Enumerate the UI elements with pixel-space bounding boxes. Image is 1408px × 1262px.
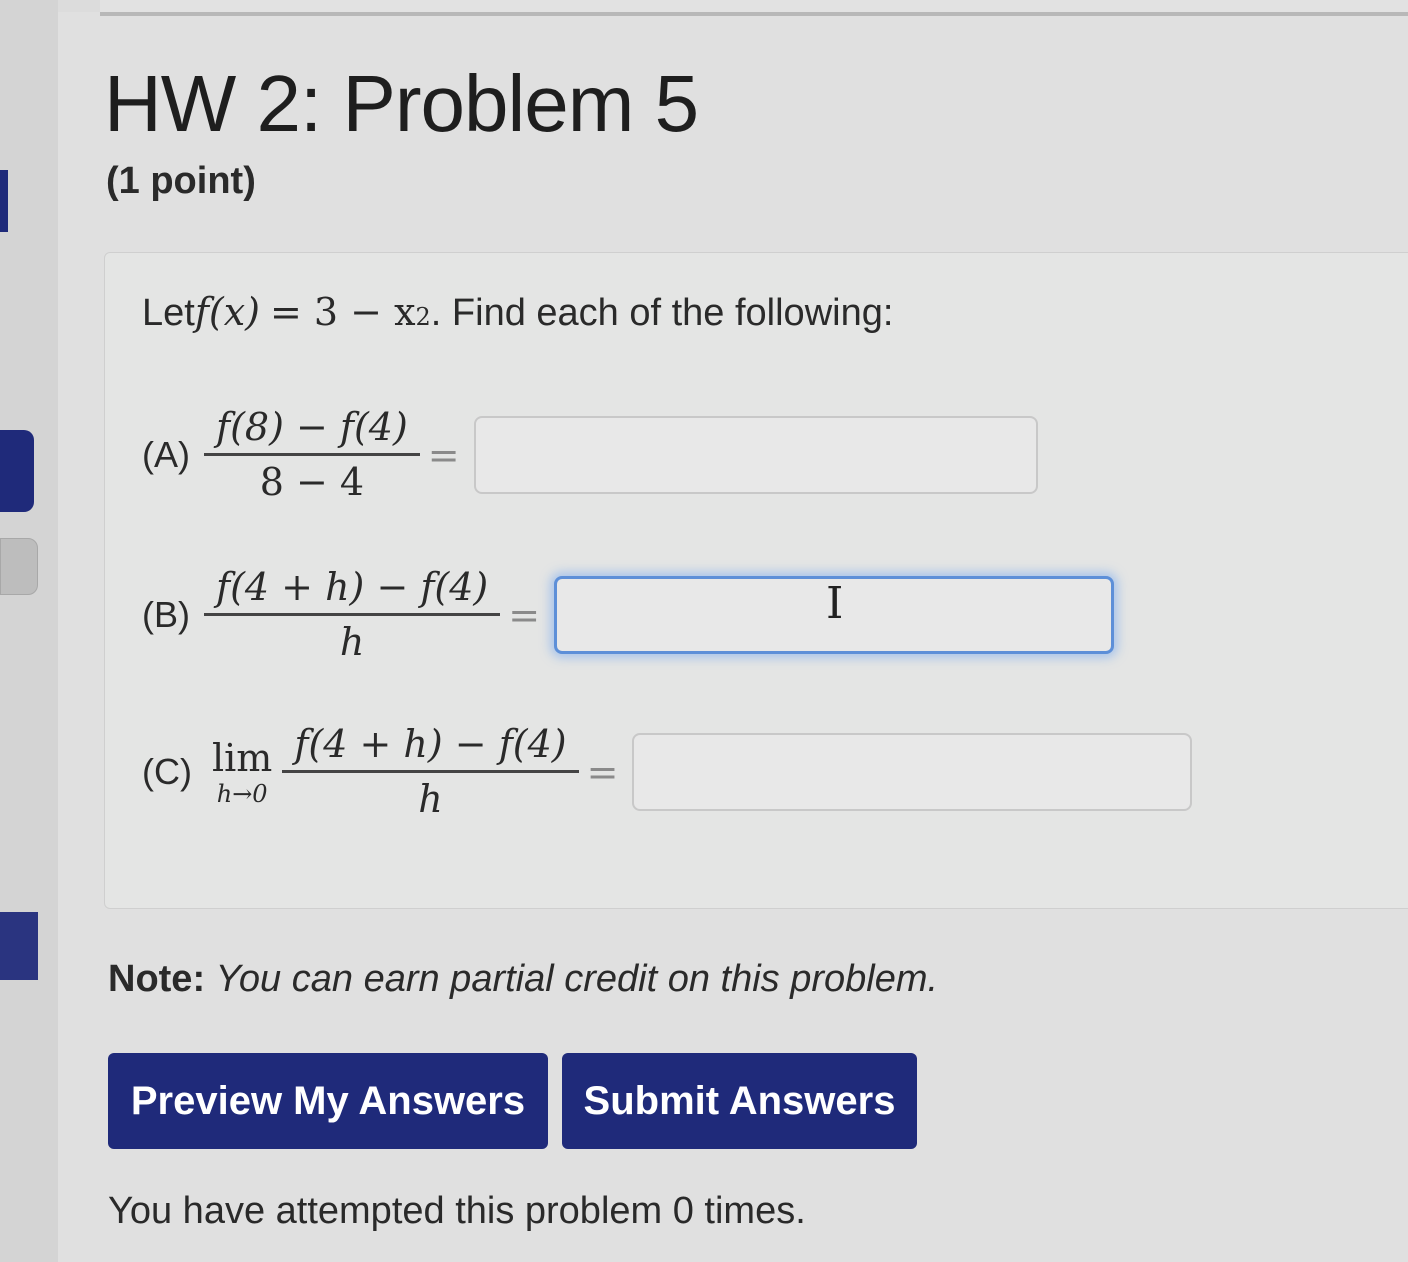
part-c-equals: =: [586, 749, 619, 794]
sidebar-nav-button[interactable]: [0, 430, 34, 512]
preview-answers-button[interactable]: Preview My Answers: [108, 1053, 548, 1149]
note-text: You can earn partial credit on this prob…: [215, 958, 939, 1000]
sidebar-active-marker: [0, 170, 8, 232]
side-panel: [0, 0, 58, 1262]
limit-operator: lim: [211, 735, 273, 780]
statement-suffix: . Find each of the following:: [430, 292, 894, 334]
answer-input-c[interactable]: [632, 732, 1193, 811]
note-label: Note:: [108, 958, 206, 1000]
part-a-denominator: 8 − 4: [204, 453, 420, 504]
function-rhs: = 3 − x: [269, 290, 416, 334]
part-c: (C) lim h→0 f(4 + h) − f(4) h =: [142, 722, 1193, 821]
function-exponent: 2: [415, 303, 431, 331]
part-c-label: (C): [142, 750, 192, 792]
page-title: HW 2: Problem 5: [104, 59, 699, 148]
top-bar: [100, 0, 1408, 16]
part-c-fraction: f(4 + h) − f(4) h: [282, 722, 579, 821]
problem-statement: Let f(x) = 3 − x 2 . Find each of the fo…: [142, 290, 893, 335]
part-b-label: (B): [142, 593, 190, 635]
part-b-numerator: f(4 + h) − f(4): [216, 565, 489, 609]
part-a-numerator: f(8) − f(4): [216, 405, 408, 449]
limit-subscript: h→0: [216, 779, 268, 808]
sidebar-nav-button-secondary[interactable]: [0, 538, 38, 595]
partial-credit-note: Note: You can earn partial credit on thi…: [108, 958, 938, 1001]
part-c-denominator: h: [282, 770, 579, 821]
part-b-fraction: f(4 + h) − f(4) h: [204, 565, 501, 664]
answer-input-a[interactable]: [473, 415, 1038, 494]
part-a-fraction: f(8) − f(4) 8 − 4: [204, 405, 420, 504]
text-cursor-icon: I: [826, 578, 844, 629]
part-b: (B) f(4 + h) − f(4) h =: [142, 565, 1115, 664]
problem-points: (1 point): [106, 160, 256, 202]
part-c-limit: lim h→0: [212, 736, 272, 808]
part-a: (A) f(8) − f(4) 8 − 4 =: [142, 405, 1038, 504]
part-a-equals: =: [427, 432, 460, 477]
part-c-numerator: f(4 + h) − f(4): [294, 722, 567, 766]
statement-prefix: Let: [142, 292, 195, 334]
sidebar-nav-button-bottom[interactable]: [0, 912, 38, 980]
part-b-equals: =: [508, 592, 541, 637]
submit-answers-button[interactable]: Submit Answers: [562, 1053, 917, 1149]
attempts-text: You have attempted this problem 0 times.: [108, 1190, 806, 1232]
function-lhs: f(x): [194, 290, 260, 334]
part-b-denominator: h: [204, 613, 501, 664]
part-a-label: (A): [142, 433, 190, 475]
